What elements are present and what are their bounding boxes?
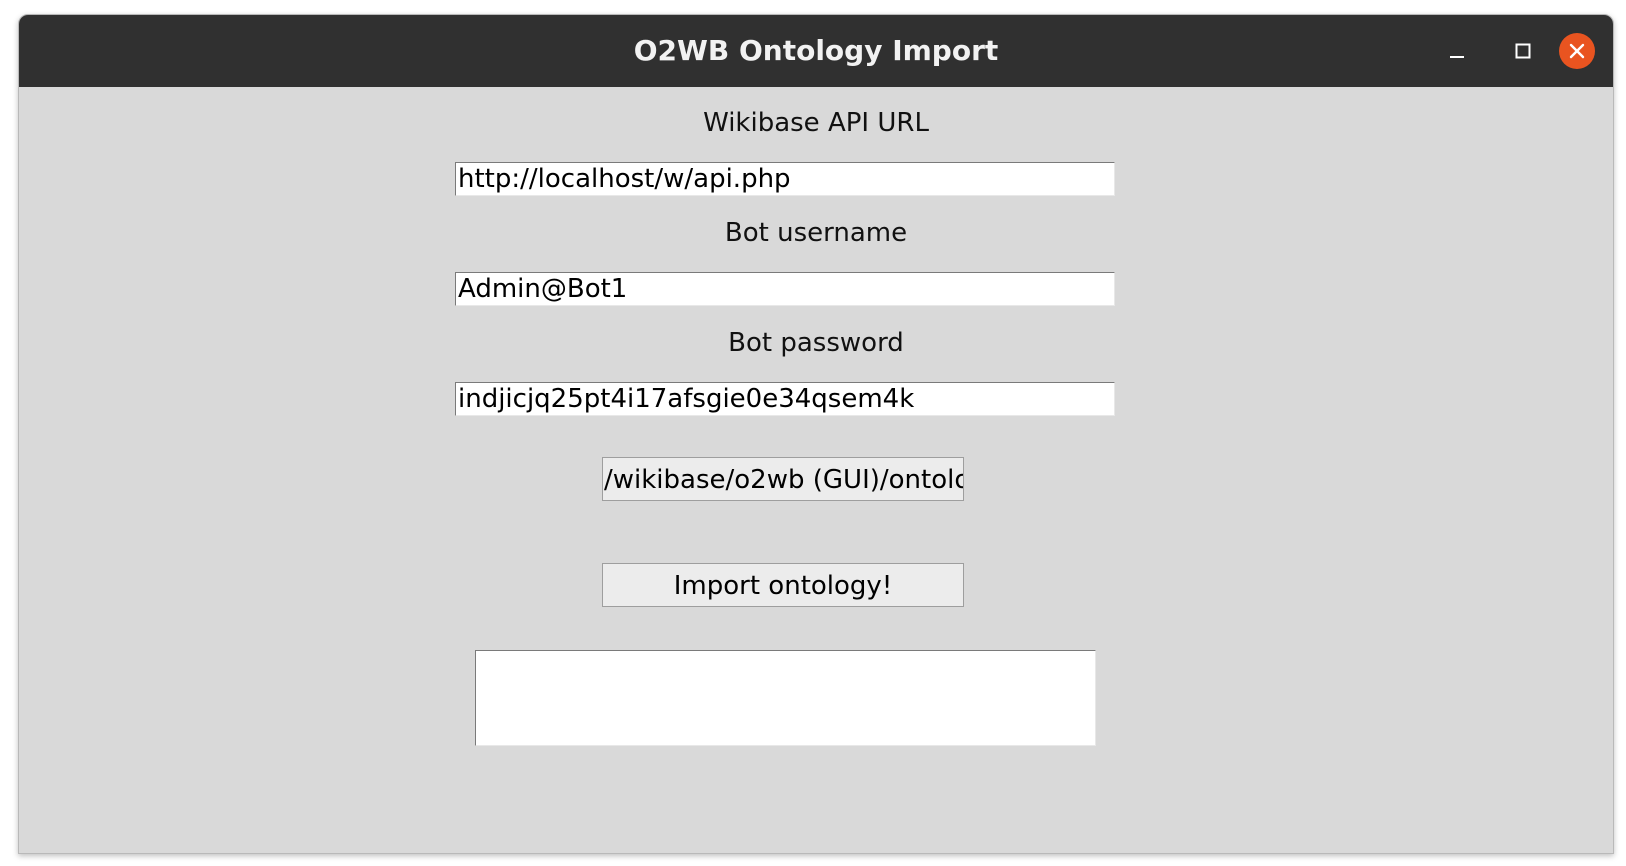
maximize-button[interactable]	[1505, 33, 1541, 69]
api-url-label: Wikibase API URL	[703, 108, 929, 138]
window-title: O2WB Ontology Import	[633, 34, 999, 67]
minimize-button[interactable]	[1439, 33, 1475, 69]
output-text-area[interactable]	[475, 650, 1096, 746]
app-window: O2WB Ontology Import Wikibase API URL ht…	[18, 14, 1614, 854]
password-input[interactable]: indjicjq25pt4i17afsgie0e34qsem4k	[455, 382, 1115, 416]
ontology-file-button[interactable]: /wikibase/o2wb (GUI)/ontology	[602, 457, 964, 501]
title-bar[interactable]: O2WB Ontology Import	[19, 15, 1613, 87]
close-button[interactable]	[1559, 33, 1595, 69]
maximize-icon	[1515, 43, 1531, 59]
password-label: Bot password	[728, 328, 904, 358]
api-url-input[interactable]: http://localhost/w/api.php	[455, 162, 1115, 196]
close-icon	[1569, 43, 1585, 59]
username-input[interactable]: Admin@Bot1	[455, 272, 1115, 306]
import-ontology-button[interactable]: Import ontology!	[602, 563, 964, 607]
minimize-icon	[1450, 56, 1464, 58]
username-label: Bot username	[724, 218, 908, 248]
